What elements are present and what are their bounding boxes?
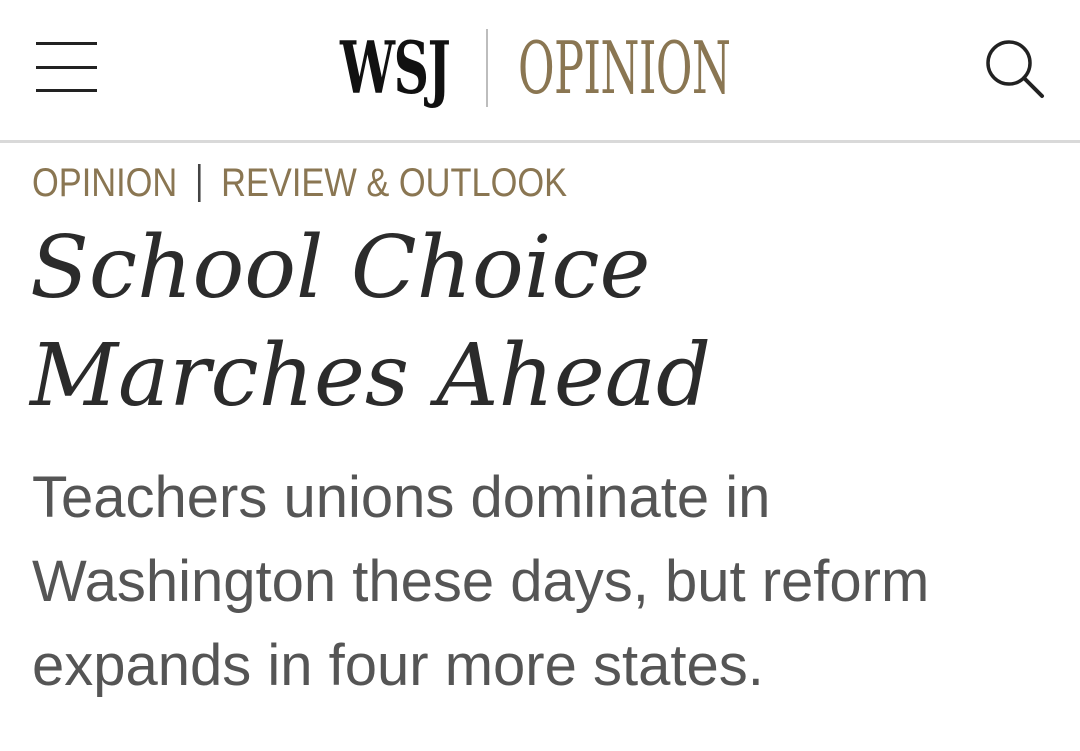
article-dek: Teachers unions dominate in Washington t… (32, 465, 930, 698)
wsj-opinion-logo[interactable]: WSJ OPINION (340, 25, 738, 110)
breadcrumb: OPINION REVIEW & OUTLOOK (32, 160, 567, 206)
logo-divider (486, 29, 488, 107)
search-icon-graphic (986, 40, 1044, 98)
menu-line (36, 42, 97, 45)
breadcrumb-opinion-link[interactable]: OPINION (32, 161, 177, 206)
hamburger-menu-icon[interactable] (36, 42, 97, 94)
headline-line-2: Marches Ahead (30, 326, 712, 426)
logo-opinion: OPINION (518, 26, 731, 110)
breadcrumb-review-outlook-link[interactable]: REVIEW & OUTLOOK (221, 161, 567, 206)
breadcrumb-separator (197, 164, 201, 202)
menu-line (36, 89, 97, 92)
logo-wsj: WSJ (340, 25, 451, 110)
article-headline: School Choice Marches Ahead (30, 214, 1050, 430)
search-icon[interactable] (982, 36, 1046, 100)
headline-line-1: School Choice (30, 218, 651, 318)
top-header: WSJ OPINION (0, 0, 1080, 143)
menu-line (36, 66, 97, 69)
